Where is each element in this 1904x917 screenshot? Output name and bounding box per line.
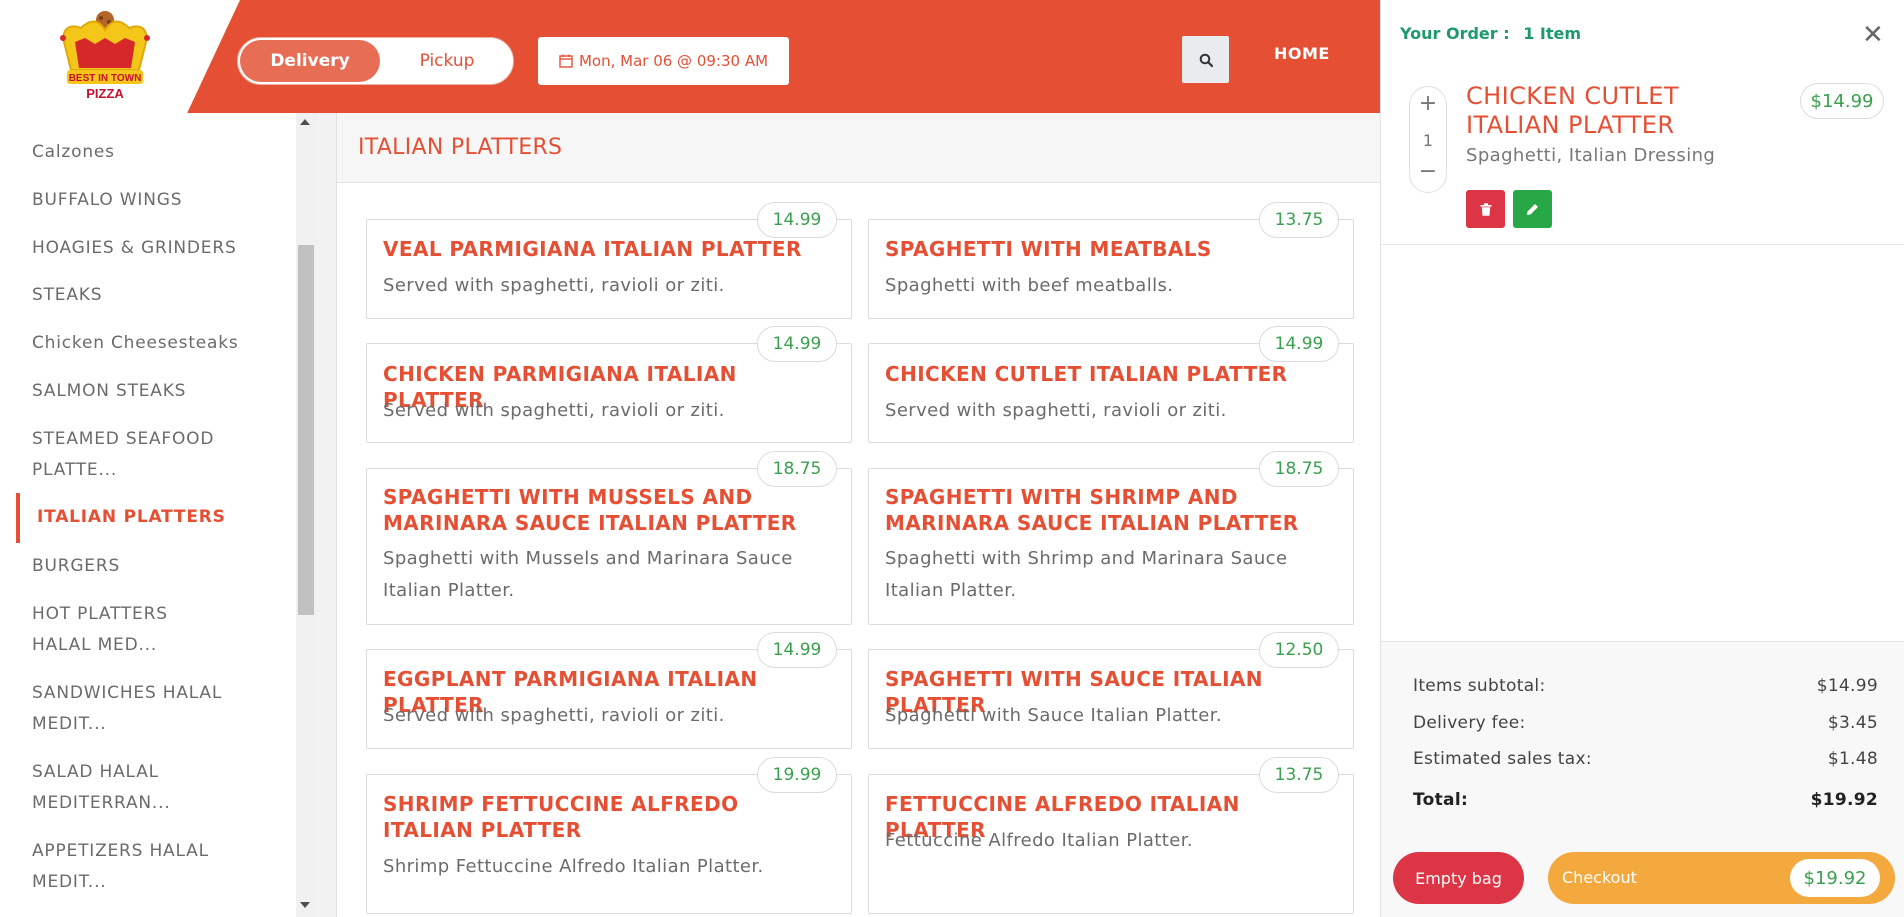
sidebar-item-italian-platters[interactable]: ITALIAN PLATTERS xyxy=(37,502,267,533)
menu-item-card[interactable]: SPAGHETTI WITH MUSSELS AND MARINARA SAUC… xyxy=(366,468,852,625)
schedule-button[interactable]: Mon, Mar 06 @ 09:30 AM xyxy=(538,37,789,85)
pencil-icon xyxy=(1527,203,1538,215)
sidebar-item-steaks[interactable]: STEAKS xyxy=(32,280,262,311)
checkout-label: Checkout xyxy=(1562,868,1637,887)
menu-item-description: Shrimp Fettuccine Alfredo Italian Platte… xyxy=(383,856,764,877)
sidebar-item-buffalo-wings[interactable]: BUFFALO WINGS xyxy=(32,185,262,216)
order-item-count: 1 Item xyxy=(1523,24,1582,43)
delete-item-button[interactable] xyxy=(1466,190,1505,228)
order-panel: Your Order : 1 Item ✕ + 1 − CHICKEN CUTL… xyxy=(1380,0,1904,917)
sidebar-item-calzones[interactable]: Calzones xyxy=(32,137,262,168)
tax-value: $1.48 xyxy=(1827,749,1878,769)
menu-item-description: Spaghetti with beef meatballs. xyxy=(885,275,1174,296)
order-divider xyxy=(1381,244,1904,245)
order-item-name: CHICKEN CUTLET ITALIAN PLATTER xyxy=(1466,82,1679,139)
category-sidebar: Calzones BUFFALO WINGS HOAGIES & GRINDER… xyxy=(0,113,316,917)
scroll-up-arrow-icon[interactable] xyxy=(300,119,310,125)
subtotal-value: $14.99 xyxy=(1816,676,1878,696)
sidebar-item-chicken-cheesesteaks[interactable]: Chicken Cheesesteaks xyxy=(32,328,262,359)
menu-content: ITALIAN PLATTERS VEAL PARMIGIANA ITALIAN… xyxy=(316,113,1402,917)
menu-item-description: Served with spaghetti, ravioli or ziti. xyxy=(383,705,725,726)
trash-icon xyxy=(1480,202,1491,216)
tax-label: Estimated sales tax: xyxy=(1413,749,1592,769)
total-row: Total: $19.92 xyxy=(1413,790,1878,810)
menu-item-price: 14.99 xyxy=(757,632,837,668)
menu-item-description: Spaghetti with Mussels and Marinara Sauc… xyxy=(383,548,793,601)
menu-item-price: 18.75 xyxy=(1259,451,1339,487)
empty-bag-button[interactable]: Empty bag xyxy=(1393,852,1524,904)
menu-item-name: SPAGHETTI WITH MUSSELS AND MARINARA SAUC… xyxy=(383,485,797,535)
logo-area: BEST IN TOWN PIZZA xyxy=(0,0,240,113)
menu-item-name: SPAGHETTI WITH MEATBALS xyxy=(885,237,1212,261)
section-header: ITALIAN PLATTERS xyxy=(337,113,1381,183)
increase-quantity-button[interactable]: + xyxy=(1410,91,1446,116)
quantity-value: 1 xyxy=(1422,131,1434,150)
svg-text:PIZZA: PIZZA xyxy=(86,86,124,101)
sidebar-scroll-thumb[interactable] xyxy=(298,245,314,615)
order-item-price: $14.99 xyxy=(1800,83,1884,119)
menu-item-description: Served with spaghetti, ravioli or ziti. xyxy=(383,275,725,296)
menu-item-description: Served with spaghetti, ravioli or ziti. xyxy=(383,400,725,421)
menu-item-price: 13.75 xyxy=(1259,202,1339,238)
order-title: Your Order : 1 Item xyxy=(1400,24,1581,43)
menu-item-card[interactable]: SPAGHETTI WITH SHRIMP AND MARINARA SAUCE… xyxy=(868,468,1354,625)
menu-item-name: VEAL PARMIGIANA ITALIAN PLATTER xyxy=(383,237,802,261)
total-label: Total: xyxy=(1413,790,1469,810)
menu-item-price: 14.99 xyxy=(757,202,837,238)
search-button[interactable] xyxy=(1182,36,1229,83)
active-category-indicator xyxy=(16,493,20,543)
menu-panel: ITALIAN PLATTERS VEAL PARMIGIANA ITALIAN… xyxy=(336,113,1402,917)
sidebar-item-salad[interactable]: SALAD HALAL MEDITERRAN... xyxy=(32,757,202,819)
sidebar-item-hot-platters[interactable]: HOT PLATTERS HALAL MED... xyxy=(32,599,232,661)
delivery-fee-row: Delivery fee: $3.45 xyxy=(1413,713,1878,733)
menu-item-card[interactable]: FETTUCCINE ALFREDO ITALIAN PLATTER Fettu… xyxy=(868,774,1354,914)
delivery-fee-label: Delivery fee: xyxy=(1413,713,1526,733)
brand-logo[interactable]: BEST IN TOWN PIZZA xyxy=(55,8,155,104)
delivery-fee-value: $3.45 xyxy=(1827,713,1878,733)
scroll-down-arrow-icon[interactable] xyxy=(300,902,310,908)
menu-item-description: Spaghetti with Shrimp and Marinara Sauce… xyxy=(885,548,1288,601)
close-icon[interactable]: ✕ xyxy=(1862,20,1884,50)
delivery-option[interactable]: Delivery xyxy=(240,40,380,82)
menu-item-name: SPAGHETTI WITH SHRIMP AND MARINARA SAUCE… xyxy=(885,485,1299,535)
subtotal-row: Items subtotal: $14.99 xyxy=(1413,676,1878,696)
sidebar-item-sandwiches[interactable]: SANDWICHES HALAL MEDIT... xyxy=(32,678,232,740)
section-title: ITALIAN PLATTERS xyxy=(358,135,563,160)
order-summary: Items subtotal: $14.99 Delivery fee: $3.… xyxy=(1381,641,1904,917)
pickup-option[interactable]: Pickup xyxy=(382,40,512,82)
sidebar-item-steamed-seafood[interactable]: STEAMED SEAFOOD PLATTE... xyxy=(32,424,232,486)
menu-item-price: 14.99 xyxy=(1259,326,1339,362)
sidebar-item-salmon-steaks[interactable]: SALMON STEAKS xyxy=(32,376,262,407)
schedule-text: Mon, Mar 06 @ 09:30 AM xyxy=(578,52,769,70)
menu-item-card[interactable]: SHRIMP FETTUCCINE ALFREDO ITALIAN PLATTE… xyxy=(366,774,852,914)
edit-item-button[interactable] xyxy=(1513,190,1552,228)
order-item-modifiers: Spaghetti, Italian Dressing xyxy=(1466,145,1716,166)
subtotal-label: Items subtotal: xyxy=(1413,676,1546,696)
checkout-button[interactable]: Checkout $19.92 xyxy=(1548,852,1895,904)
menu-item-name: CHICKEN CUTLET ITALIAN PLATTER xyxy=(885,362,1288,386)
menu-item-price: 13.75 xyxy=(1259,757,1339,793)
sidebar-item-appetizers[interactable]: APPETIZERS HALAL MEDIT... xyxy=(32,836,232,898)
quantity-stepper: + 1 − xyxy=(1409,86,1447,193)
svg-text:BEST IN TOWN: BEST IN TOWN xyxy=(69,73,142,84)
menu-item-name: SHRIMP FETTUCCINE ALFREDO ITALIAN PLATTE… xyxy=(383,792,739,842)
menu-item-price: 12.50 xyxy=(1259,632,1339,668)
order-title-label: Your Order : xyxy=(1400,24,1510,43)
decrease-quantity-button[interactable]: − xyxy=(1410,159,1446,184)
menu-item-description: Served with spaghetti, ravioli or ziti. xyxy=(885,400,1227,421)
sidebar-item-burgers[interactable]: BURGERS xyxy=(32,551,262,582)
order-type-toggle: Delivery Pickup xyxy=(237,37,514,85)
tax-row: Estimated sales tax: $1.48 xyxy=(1413,749,1878,769)
calendar-icon xyxy=(559,54,573,68)
menu-item-description: Spaghetti with Sauce Italian Platter. xyxy=(885,705,1222,726)
checkout-amount: $19.92 xyxy=(1790,859,1880,897)
menu-item-description: Fettuccine Alfredo Italian Platter. xyxy=(885,830,1193,851)
menu-item-price: 18.75 xyxy=(757,451,837,487)
nav-home-link[interactable]: HOME xyxy=(1274,44,1330,63)
sidebar-item-hoagies[interactable]: HOAGIES & GRINDERS xyxy=(32,233,262,264)
menu-item-price: 14.99 xyxy=(757,326,837,362)
search-icon xyxy=(1199,53,1213,67)
total-value: $19.92 xyxy=(1810,790,1878,810)
menu-item-price: 19.99 xyxy=(757,757,837,793)
